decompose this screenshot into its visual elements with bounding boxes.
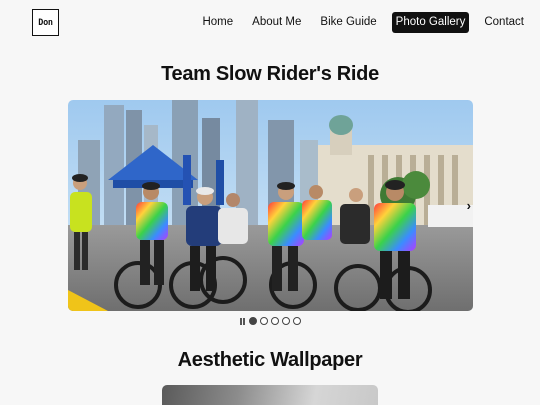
gallery-title: Team Slow Rider's Ride [161, 63, 379, 85]
wallpaper-image [162, 385, 378, 405]
nav-menu: Home About Me Bike Guide Photo Gallery C… [187, 12, 528, 33]
top-nav: Don Home About Me Bike Guide Photo Galle… [0, 0, 540, 46]
carousel-dot-2[interactable] [260, 317, 268, 325]
group-ride-photo [68, 100, 473, 311]
carousel-dot-3[interactable] [271, 317, 279, 325]
pause-icon[interactable] [240, 317, 245, 325]
carousel-dot-5[interactable] [293, 317, 301, 325]
carousel-indicators [240, 317, 301, 325]
wallpaper-title: Aesthetic Wallpaper [177, 349, 363, 371]
nav-item-home[interactable]: Home [198, 12, 237, 33]
nav-item-photo-gallery[interactable]: Photo Gallery [391, 12, 470, 33]
carousel-dot-1[interactable] [249, 317, 257, 325]
site-logo[interactable]: Don [32, 9, 59, 36]
nav-item-contact[interactable]: Contact [480, 12, 528, 33]
carousel-dot-4[interactable] [282, 317, 290, 325]
carousel-next-arrow-icon[interactable]: › [467, 198, 471, 213]
photo-carousel[interactable]: › [68, 100, 473, 311]
nav-item-bike-guide[interactable]: Bike Guide [316, 12, 380, 33]
nav-item-about-me[interactable]: About Me [248, 12, 305, 33]
